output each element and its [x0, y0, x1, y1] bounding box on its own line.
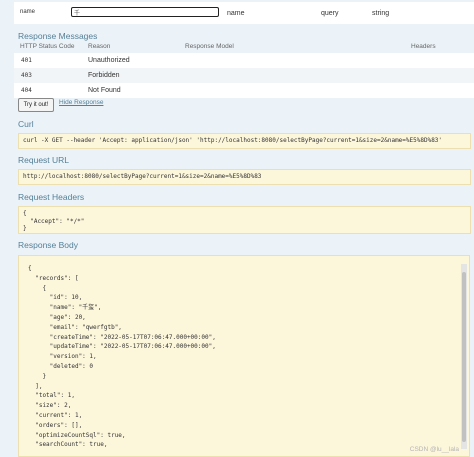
status-code: 404 [21, 87, 32, 94]
table-row: 403 Forbidden [14, 68, 474, 83]
curl-command: curl -X GET --header 'Accept: applicatio… [23, 137, 443, 144]
column-header-reason: Reason [88, 43, 111, 50]
parameter-value-input[interactable] [71, 7, 219, 17]
response-body-scrollbar[interactable] [461, 264, 467, 449]
parameter-name: name [20, 9, 36, 15]
try-it-out-button[interactable]: Try it out! [18, 98, 54, 112]
scrollbar-thumb[interactable] [462, 272, 466, 442]
response-body-content: { "records": [ { "id": 10, "name": "千玺",… [28, 265, 216, 449]
status-code: 401 [21, 57, 32, 64]
status-reason: Unauthorized [88, 57, 130, 64]
request-headers-box: { "Accept": "*/*" } [18, 206, 471, 234]
request-url-title: Request URL [18, 155, 70, 165]
table-row: 404 Not Found [14, 83, 474, 98]
response-messages-title: Response Messages [18, 31, 98, 41]
column-header-status: HTTP Status Code [20, 43, 75, 50]
request-headers-content: { "Accept": "*/*" } [23, 210, 85, 232]
curl-title: Curl [18, 119, 34, 129]
response-messages-header: HTTP Status Code Reason Response Model H… [18, 42, 468, 53]
status-code: 403 [21, 72, 32, 79]
parameter-data-type: string [372, 10, 390, 17]
parameter-row: name name query string [14, 2, 474, 24]
column-header-model: Response Model [185, 43, 234, 50]
status-reason: Not Found [88, 87, 121, 94]
table-row: 401 Unauthorized [14, 53, 474, 68]
watermark: CSDN @lu__lala [409, 446, 459, 453]
parameter-description: name [227, 10, 245, 17]
status-reason: Forbidden [88, 72, 120, 79]
parameter-type: query [321, 10, 339, 17]
hide-response-link[interactable]: Hide Response [59, 99, 103, 106]
request-url-box: http://localhost:8080/selectByPage?curre… [18, 169, 471, 185]
curl-command-box: curl -X GET --header 'Accept: applicatio… [18, 133, 471, 149]
request-headers-title: Request Headers [18, 192, 85, 202]
request-url: http://localhost:8080/selectByPage?curre… [23, 173, 262, 180]
response-body-box[interactable]: { "records": [ { "id": 10, "name": "千玺",… [18, 255, 470, 457]
column-header-headers: Headers [411, 43, 436, 50]
response-body-title: Response Body [18, 240, 79, 250]
